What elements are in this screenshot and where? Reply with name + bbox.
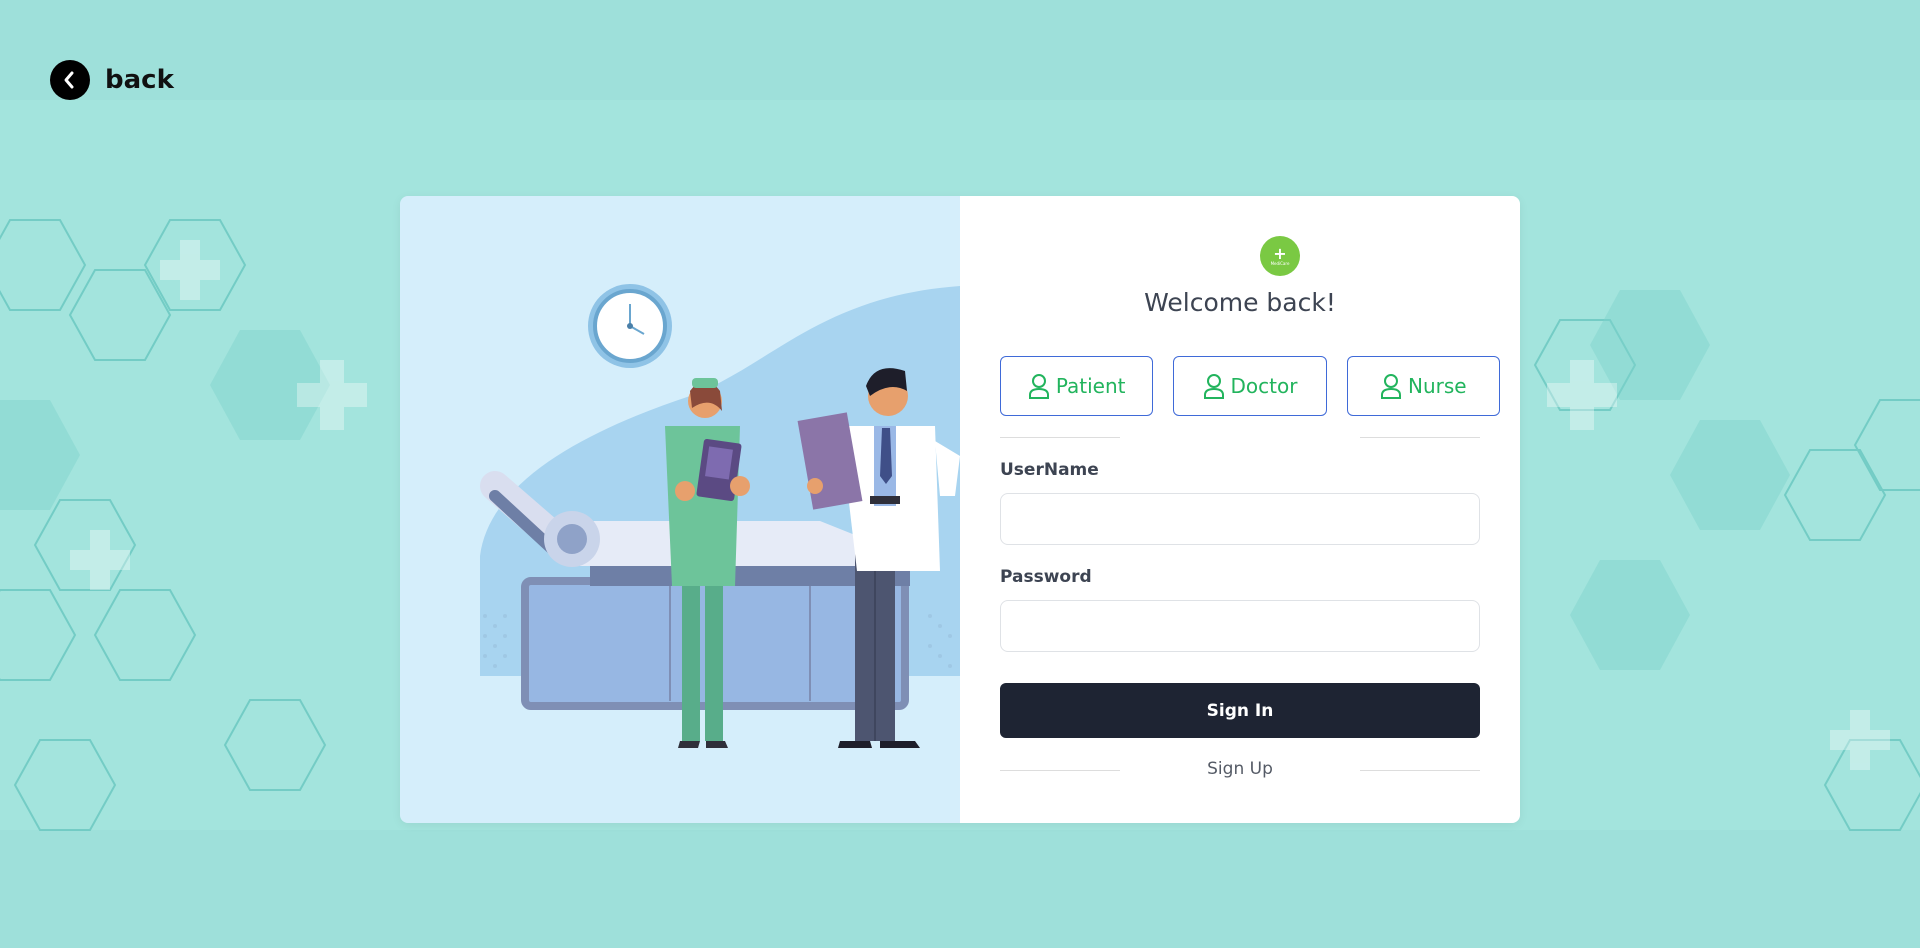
plus-icon: + bbox=[1273, 243, 1287, 263]
divider bbox=[1000, 437, 1480, 438]
role-button-doctor[interactable]: Doctor bbox=[1173, 356, 1327, 416]
role-button-nurse[interactable]: Nurse bbox=[1346, 356, 1500, 416]
role-label-patient: Patient bbox=[1055, 374, 1126, 398]
medicare-logo: + MediCare bbox=[1260, 236, 1300, 276]
role-label-doctor: Doctor bbox=[1230, 374, 1298, 398]
page-title: Welcome back! bbox=[1144, 288, 1336, 317]
user-icon bbox=[1028, 374, 1049, 399]
user-icon bbox=[1203, 374, 1224, 399]
login-card: + MediCare Welcome back! Patient Doctor … bbox=[400, 196, 1520, 823]
wall-clock-icon bbox=[588, 284, 672, 368]
role-label-nurse: Nurse bbox=[1408, 374, 1467, 398]
login-form-panel: + MediCare Welcome back! Patient Doctor … bbox=[960, 196, 1520, 823]
chevron-left-icon bbox=[50, 60, 90, 100]
back-button[interactable]: back bbox=[50, 60, 174, 100]
password-input[interactable] bbox=[1000, 600, 1480, 652]
logo-text: MediCare bbox=[1270, 260, 1290, 266]
user-icon bbox=[1381, 374, 1402, 399]
sign-in-button[interactable]: Sign In bbox=[1000, 683, 1480, 738]
username-input[interactable] bbox=[1000, 493, 1480, 545]
username-label: UserName bbox=[1000, 460, 1099, 480]
back-label: back bbox=[105, 65, 174, 95]
password-label: Password bbox=[1000, 567, 1092, 587]
sign-up-link[interactable]: Sign Up bbox=[1000, 759, 1480, 779]
hospital-illustration bbox=[400, 196, 960, 823]
role-selector: Patient Doctor Nurse bbox=[1000, 356, 1500, 416]
role-button-patient[interactable]: Patient bbox=[1000, 356, 1154, 416]
